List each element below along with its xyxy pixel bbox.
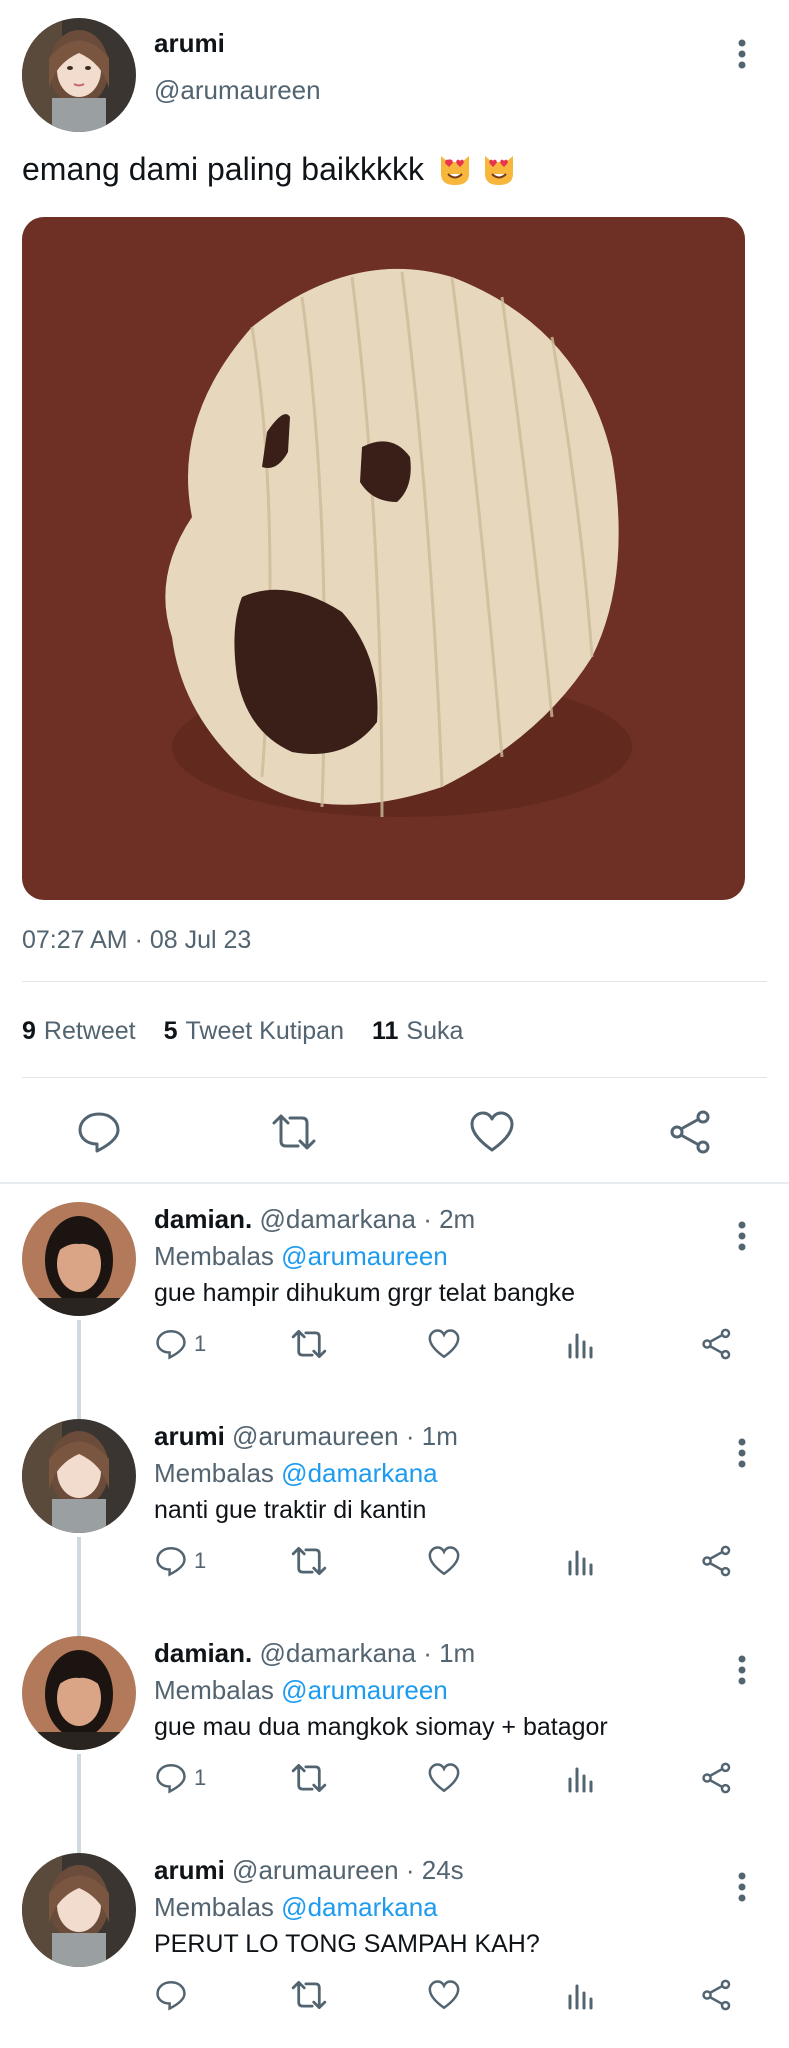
divider [22,1077,767,1078]
divider [0,1182,789,1184]
author-name[interactable]: arumi [154,28,225,59]
analytics-icon[interactable] [566,1324,596,1364]
replying-label: Membalas [154,1892,274,1922]
quotes-label: Tweet Kutipan [185,1017,344,1045]
author-handle[interactable]: @damarkana [259,1204,415,1234]
retweets-stat[interactable]: 9 Retweet [22,1017,136,1046]
more-options-icon[interactable] [722,1216,762,1256]
reply-time: · 1m [405,1421,458,1451]
reply-text: nanti gue traktir di kantin [154,1496,427,1524]
author-handle[interactable]: @arumaureen [232,1421,399,1451]
tweet-timestamp: 07:27 AM · 08 Jul 23 [22,926,252,954]
divider [22,981,767,982]
more-options-icon[interactable] [722,34,762,74]
replying-label: Membalas [154,1675,274,1705]
replying-to: Membalas @damarkana [154,1458,438,1489]
replying-to: Membalas @damarkana [154,1892,438,1923]
smiling-cat-heart-eyes-icon [480,150,518,188]
reply-tweet[interactable]: damian. @damarkana · 2m Membalas @arumau… [0,1186,789,1420]
retweet-icon[interactable] [290,1758,328,1798]
replying-to: Membalas @arumaureen [154,1241,448,1272]
reply-time: · 24s [405,1855,464,1885]
share-icon[interactable] [700,1324,734,1364]
author-name[interactable]: arumi [154,1421,225,1451]
reply-button[interactable]: 1 [154,1758,206,1798]
avatar[interactable] [22,18,136,132]
smiling-cat-heart-eyes-icon [436,150,474,188]
retweet-icon[interactable] [290,1975,328,2015]
replying-label: Membalas [154,1458,274,1488]
retweet-icon[interactable] [270,1108,318,1156]
tweet-media-image[interactable] [22,217,745,900]
replying-to: Membalas @arumaureen [154,1675,448,1706]
reply-tweet[interactable]: arumi @arumaureen · 24s Membalas @damark… [0,1837,789,2048]
analytics-icon[interactable] [566,1975,596,2015]
mention-link[interactable]: @arumaureen [281,1241,448,1271]
replying-label: Membalas [154,1241,274,1271]
reply-tweet[interactable]: arumi @arumaureen · 1m Membalas @damarka… [0,1403,789,1637]
like-heart-icon[interactable] [427,1758,461,1798]
avatar[interactable] [22,1853,136,1967]
more-options-icon[interactable] [722,1650,762,1690]
reply-button[interactable] [154,1975,194,2015]
reply-count: 1 [194,1765,207,1790]
avatar[interactable] [22,1636,136,1750]
author-handle[interactable]: @damarkana [259,1638,415,1668]
reply-text: gue hampir dihukum grgr telat bangke [154,1279,576,1307]
author-name[interactable]: damian. [154,1204,252,1234]
reply-icon[interactable] [75,1108,123,1156]
reply-text: PERUT LO TONG SAMPAH KAH? [154,1930,540,1958]
author-handle[interactable]: @arumaureen [154,75,321,106]
avatar[interactable] [22,1419,136,1533]
author-name[interactable]: arumi [154,1855,225,1885]
analytics-icon[interactable] [566,1541,596,1581]
retweets-label: Retweet [43,1017,136,1045]
reply-tweet[interactable]: damian. @damarkana · 1m Membalas @arumau… [0,1620,789,1854]
avatar[interactable] [22,1202,136,1316]
reply-count: 1 [194,1331,207,1356]
reply-button[interactable]: 1 [154,1541,206,1581]
quotes-stat[interactable]: 5 Tweet Kutipan [164,1017,344,1046]
mention-link[interactable]: @damarkana [281,1458,437,1488]
likes-label: Suka [406,1017,464,1045]
tweet-text: emang dami paling baikkkkk [22,150,518,188]
tweet-actions [0,1090,789,1170]
more-options-icon[interactable] [722,1867,762,1907]
retweet-icon[interactable] [290,1541,328,1581]
retweets-count: 9 [22,1017,36,1045]
reply-time: · 1m [423,1638,476,1668]
share-icon[interactable] [700,1758,734,1798]
like-heart-icon[interactable] [427,1541,461,1581]
analytics-icon[interactable] [566,1758,596,1798]
like-heart-icon[interactable] [427,1975,461,2015]
reply-header: damian. @damarkana · 1m [154,1638,475,1669]
share-icon[interactable] [700,1975,734,2015]
likes-count: 11 [371,1017,399,1045]
reply-header: damian. @damarkana · 2m [154,1204,475,1235]
mention-link[interactable]: @arumaureen [281,1675,448,1705]
tweet-stats: 9 Retweet 5 Tweet Kutipan 11 Suka [22,1017,463,1046]
like-heart-icon[interactable] [427,1324,461,1364]
retweet-icon[interactable] [290,1324,328,1364]
reply-header: arumi @arumaureen · 24s [154,1855,464,1886]
tweet-text-content: emang dami paling baikkkkk [22,150,424,187]
mention-link[interactable]: @damarkana [281,1892,437,1922]
reply-button[interactable]: 1 [154,1324,206,1364]
author-name[interactable]: damian. [154,1638,252,1668]
reply-count: 1 [194,1548,207,1573]
more-options-icon[interactable] [722,1433,762,1473]
like-heart-icon[interactable] [468,1108,516,1156]
reply-time: · 2m [423,1204,476,1234]
reply-text: gue mau dua mangkok siomay + batagor [154,1713,608,1741]
quotes-count: 5 [163,1017,178,1045]
likes-stat[interactable]: 11 Suka [372,1017,463,1046]
reply-header: arumi @arumaureen · 1m [154,1421,458,1452]
share-icon[interactable] [667,1108,715,1156]
share-icon[interactable] [700,1541,734,1581]
author-handle[interactable]: @arumaureen [232,1855,399,1885]
